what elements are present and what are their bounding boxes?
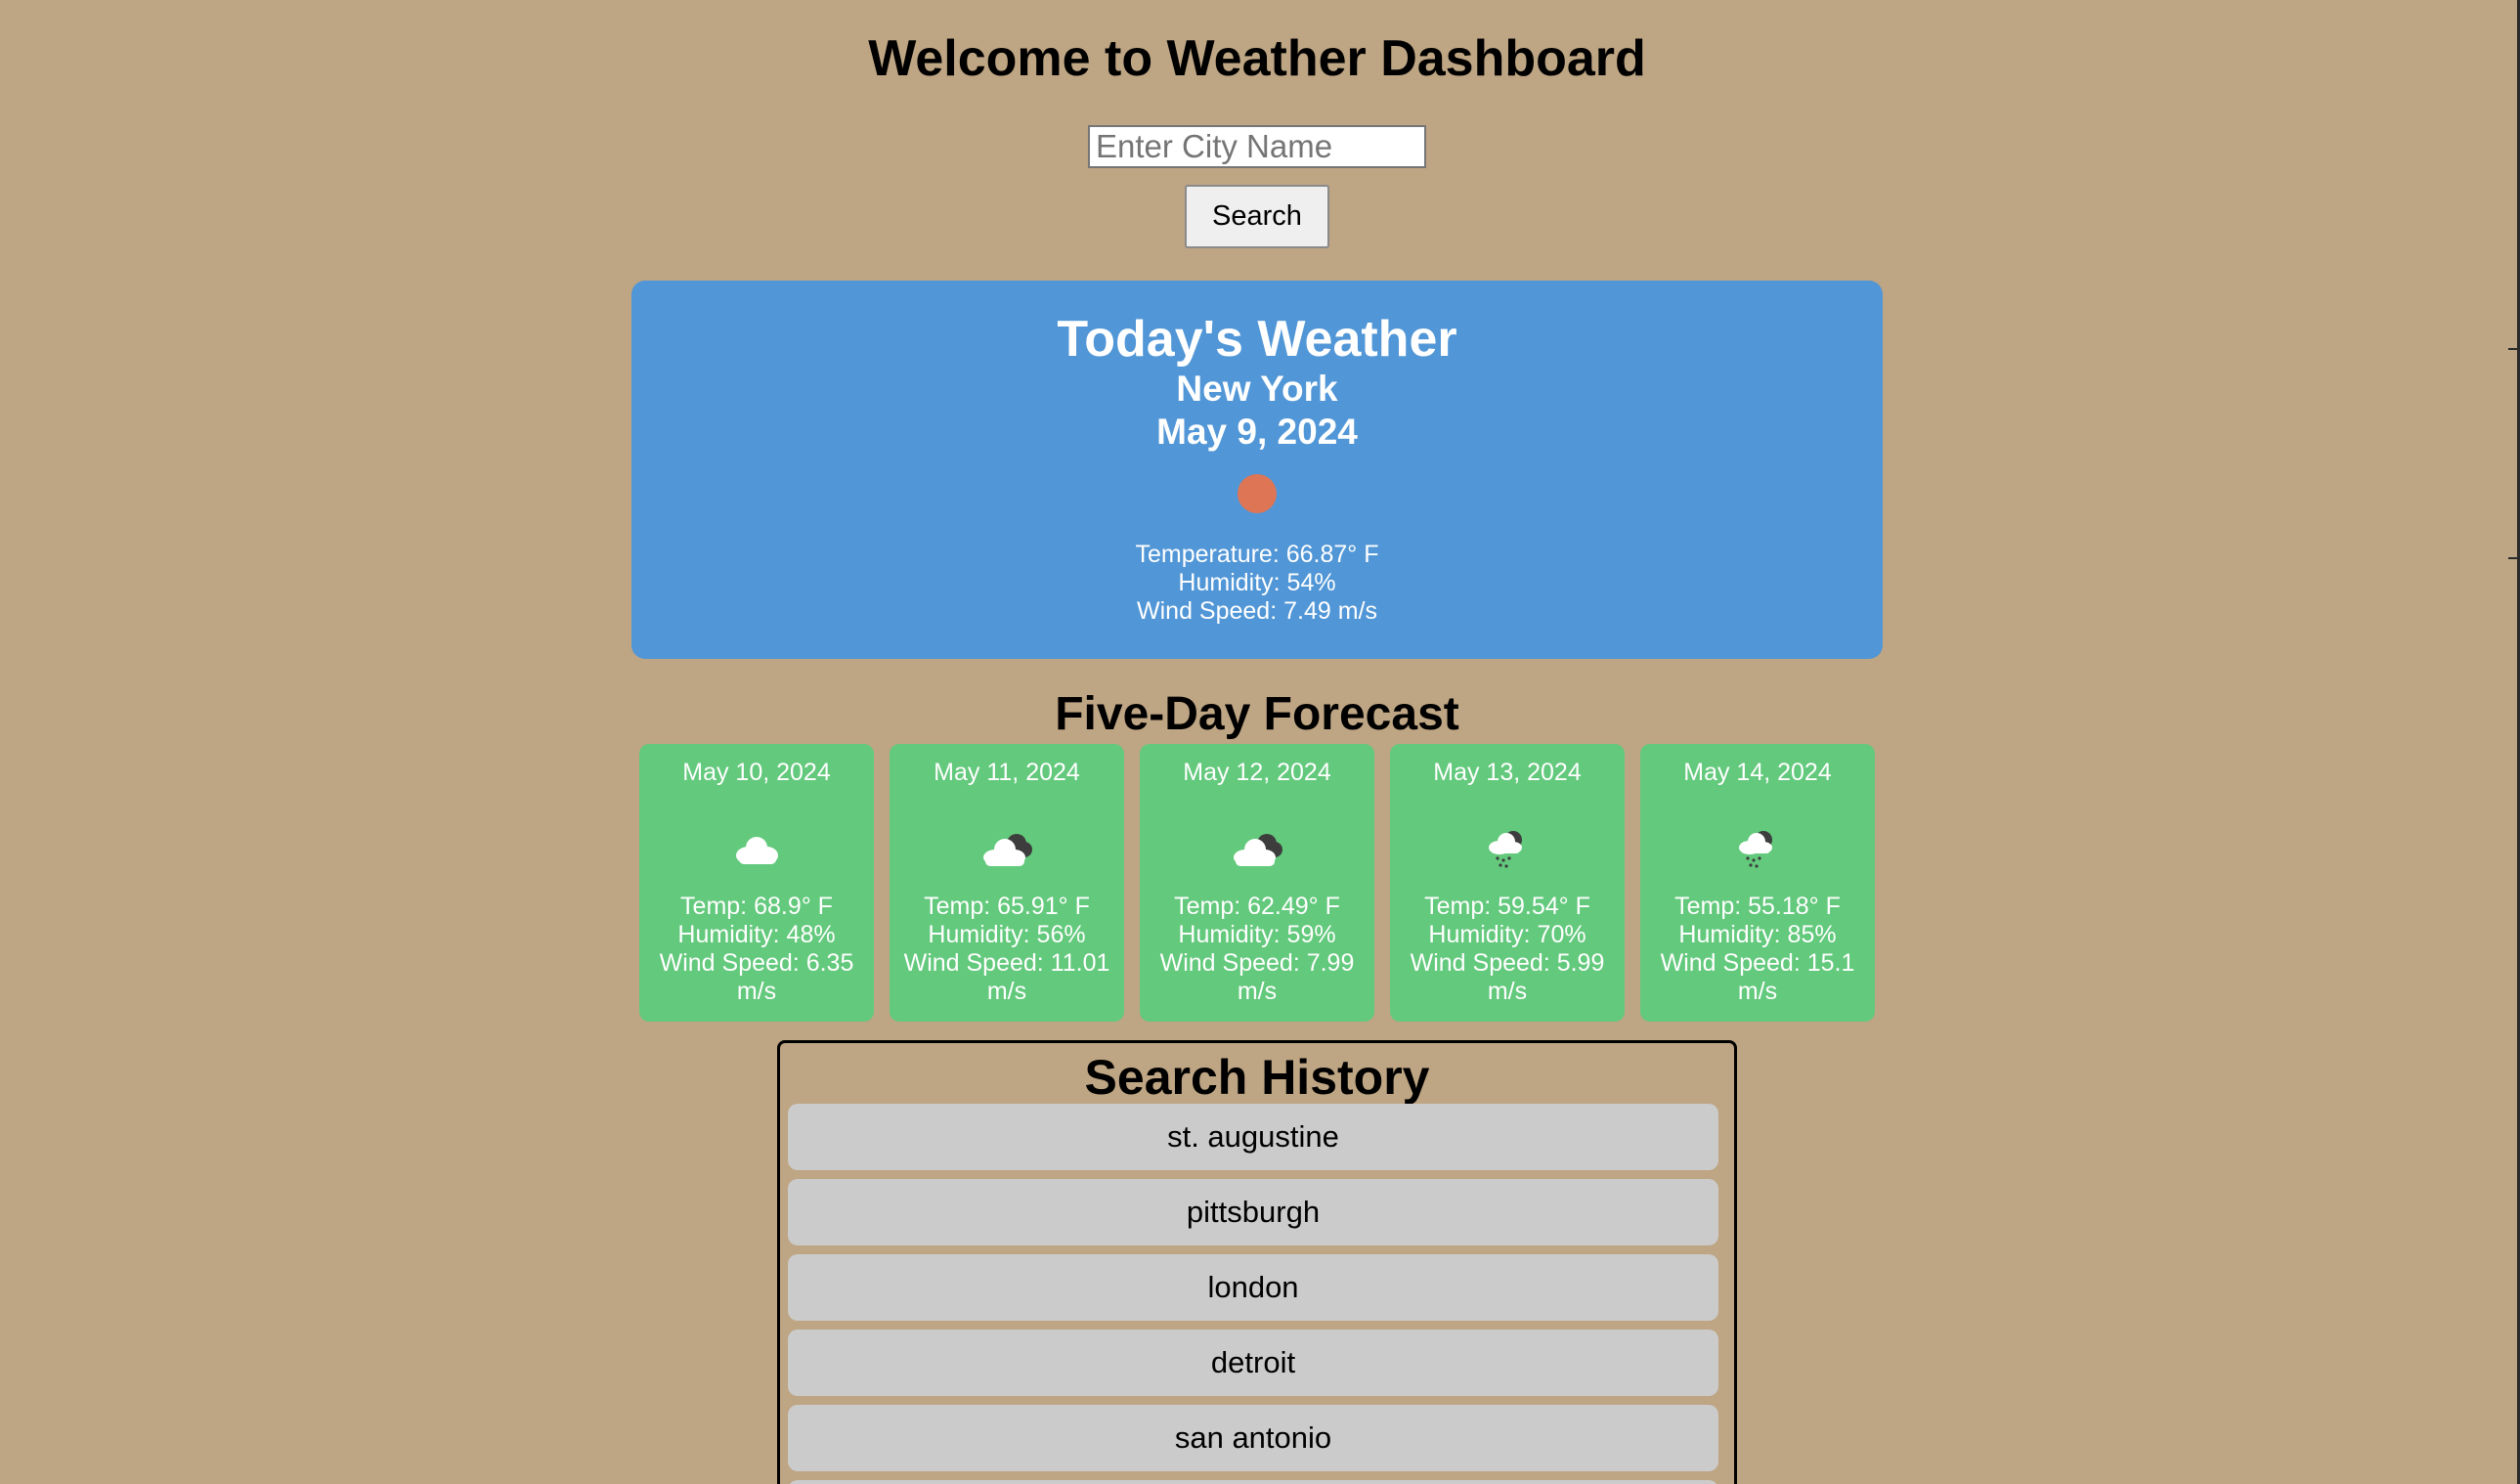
history-item-london[interactable]: london <box>788 1254 1718 1321</box>
broken-clouds-icon <box>1234 834 1282 866</box>
forecast-humidity: Humidity: 85% <box>1678 921 1837 948</box>
history-item-st-augustine[interactable]: st. augustine <box>788 1104 1718 1170</box>
forecast-wind-speed: Wind Speed: 6.35 m/s <box>659 949 854 1005</box>
today-weather-card: Today's Weather New York May 9, 2024 Tem… <box>631 281 1883 659</box>
history-item-pittsburgh[interactable]: pittsburgh <box>788 1179 1718 1245</box>
forecast-temp: Temp: 62.49° F <box>1174 893 1340 920</box>
window-edge-mark <box>2508 557 2520 559</box>
weather-dashboard-page: Welcome to Weather Dashboard Search Toda… <box>0 0 2520 1484</box>
window-edge-mark <box>2508 348 2520 350</box>
today-temperature: Temperature: 66.87° F <box>1135 541 1379 568</box>
forecast-temp: Temp: 68.9° F <box>680 893 833 920</box>
history-item-detroit[interactable]: detroit <box>788 1330 1718 1396</box>
forecast-wind-speed: Wind Speed: 11.01 m/s <box>903 949 1110 1005</box>
forecast-humidity: Humidity: 59% <box>1178 921 1336 948</box>
forecast-card-day-1: May 10, 2024 Temp: 68.9° F Humidity: 48%… <box>639 744 874 1022</box>
forecast-wind-speed: Wind Speed: 7.99 m/s <box>1159 949 1355 1005</box>
today-humidity: Humidity: 54% <box>1178 569 1336 596</box>
forecast-card-day-2: May 11, 2024 Temp: 65.91° F Humidity: 56… <box>890 744 1124 1022</box>
forecast-temp: Temp: 55.18° F <box>1674 893 1841 920</box>
forecast-stats: Temp: 55.18° F Humidity: 85% Wind Speed:… <box>1652 893 1863 1006</box>
today-stats: Temperature: 66.87° F Humidity: 54% Wind… <box>631 541 1883 626</box>
forecast-date: May 12, 2024 <box>1183 759 1331 786</box>
search-button[interactable]: Search <box>1185 185 1329 248</box>
sun-icon <box>1238 474 1277 513</box>
forecast-wind-speed: Wind Speed: 5.99 m/s <box>1410 949 1605 1005</box>
forecast-humidity: Humidity: 56% <box>928 921 1086 948</box>
today-wind-speed: Wind Speed: 7.49 m/s <box>1137 597 1377 625</box>
forecast-title: Five-Day Forecast <box>1055 688 1459 740</box>
city-search-input[interactable] <box>1088 125 1426 168</box>
rain-icon <box>1739 831 1772 868</box>
forecast-wind-speed: Wind Speed: 15.1 m/s <box>1660 949 1855 1005</box>
page-title: Welcome to Weather Dashboard <box>868 30 1646 87</box>
forecast-humidity: Humidity: 70% <box>1428 921 1586 948</box>
cloud-icon <box>736 837 778 864</box>
history-item-san-antonio[interactable]: san antonio <box>788 1405 1718 1471</box>
rain-icon <box>1489 831 1522 868</box>
forecast-date: May 10, 2024 <box>682 759 831 786</box>
forecast-date: May 13, 2024 <box>1433 759 1582 786</box>
forecast-humidity: Humidity: 48% <box>677 921 836 948</box>
forecast-temp: Temp: 65.91° F <box>924 893 1090 920</box>
history-item-partial[interactable] <box>788 1480 1718 1484</box>
forecast-card-day-3: May 12, 2024 Temp: 62.49° F Humidity: 59… <box>1140 744 1374 1022</box>
search-history-panel: Search History st. augustine pittsburgh … <box>777 1040 1737 1484</box>
forecast-card-day-5: May 14, 2024 Temp: 55.18° F Humidity: 85… <box>1640 744 1875 1022</box>
search-history-title: Search History <box>1084 1050 1430 1105</box>
today-city-name: New York <box>1176 369 1338 409</box>
forecast-card-day-4: May 13, 2024 Temp: 59.54° F Humidity: 70… <box>1390 744 1625 1022</box>
forecast-temp: Temp: 59.54° F <box>1424 893 1590 920</box>
forecast-date: May 11, 2024 <box>934 759 1080 786</box>
today-weather-title: Today's Weather <box>1057 311 1457 368</box>
forecast-date: May 14, 2024 <box>1683 759 1832 786</box>
forecast-stats: Temp: 59.54° F Humidity: 70% Wind Speed:… <box>1402 893 1613 1006</box>
forecast-stats: Temp: 62.49° F Humidity: 59% Wind Speed:… <box>1151 893 1363 1006</box>
forecast-stats: Temp: 65.91° F Humidity: 56% Wind Speed:… <box>901 893 1112 1006</box>
forecast-stats: Temp: 68.9° F Humidity: 48% Wind Speed: … <box>651 893 862 1006</box>
today-date: May 9, 2024 <box>1156 412 1358 452</box>
broken-clouds-icon <box>983 834 1032 866</box>
